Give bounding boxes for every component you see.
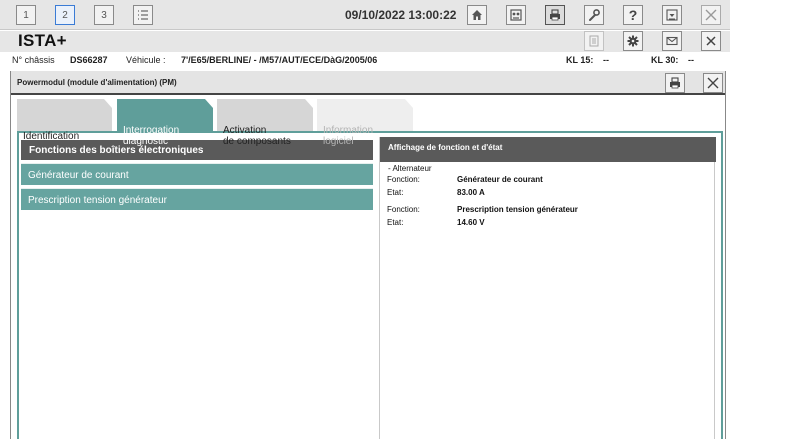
tab-shape: [17, 99, 112, 132]
tools-button[interactable]: [584, 5, 604, 25]
row-value: 83.00 A: [457, 188, 485, 197]
close-session-button[interactable]: [701, 31, 721, 51]
help-button[interactable]: ?: [623, 5, 643, 25]
minimize-icon: [666, 9, 678, 21]
vehicle-info-icon: [510, 9, 522, 21]
status-panel: Affichage de fonction et d'état - Altern…: [379, 137, 716, 439]
row-label: Etat:: [387, 188, 404, 197]
group-title: - Alternateur: [388, 164, 432, 173]
vehicle-label: Véhicule :: [126, 55, 166, 65]
vehicle-value: 7'/E65/BERLINE/ - /M57/AUT/ECE/DàG/2005/…: [181, 55, 378, 65]
module-window: Powermodul (module d'alimentation) (PM) …: [10, 71, 726, 439]
tab-identification-label: Identification: [23, 131, 80, 142]
status-panel-header: Affichage de fonction et d'état: [380, 137, 716, 162]
chassis-value: DS66287: [70, 55, 108, 65]
tab-identification[interactable]: Identification: [17, 99, 112, 142]
document-icon: [589, 35, 599, 47]
close-icon: [705, 9, 717, 21]
tab-activation-composants[interactable]: Activation de composants: [217, 99, 313, 147]
row-label: Fonction:: [387, 175, 420, 184]
close-app-button[interactable]: [701, 5, 721, 25]
tab-button-1[interactable]: 1: [16, 5, 36, 25]
top-toolbar: 1 2 3 09/10/2022 13:00:22 ?: [0, 0, 730, 30]
list-button[interactable]: [133, 5, 153, 25]
printer-icon: [550, 9, 560, 21]
app-title: ISTA+: [18, 31, 67, 50]
datetime-display: 09/10/2022 13:00:22: [345, 8, 457, 22]
tab-button-2-label: 2: [62, 9, 68, 21]
row-value: Générateur de courant: [457, 175, 543, 184]
functions-list-header: Fonctions des boîtiers électroniques: [21, 140, 373, 160]
vehicle-info-bar: N° châssis DS66287 Véhicule : 7'/E65/BER…: [0, 53, 730, 69]
document-button[interactable]: [584, 31, 604, 51]
kl30-label: KL 30:: [651, 55, 679, 65]
minimize-button[interactable]: [662, 5, 682, 25]
wrench-icon: [589, 9, 600, 21]
tab-interrogation-diagnostic[interactable]: Interrogation diagnostic: [117, 99, 213, 147]
function-item-prescription-tension[interactable]: Prescription tension générateur: [21, 188, 373, 210]
module-title: Powermodul (module d'alimentation) (PM): [17, 78, 177, 87]
ista-window: 1 2 3 09/10/2022 13:00:22 ? ISTA+ N° châ…: [0, 0, 792, 439]
mail-button[interactable]: [662, 31, 682, 51]
row-label: Fonction:: [387, 205, 420, 214]
kl30-value: --: [688, 55, 694, 65]
row-value: 14.60 V: [457, 218, 485, 227]
row-value: Prescription tension générateur: [457, 205, 578, 214]
chassis-label: N° châssis: [12, 55, 55, 65]
function-item-generateur-courant[interactable]: Générateur de courant: [21, 163, 373, 185]
tab-button-3-label: 3: [101, 9, 107, 21]
title-bar: ISTA+: [0, 31, 730, 52]
tab-information-logiciel: Information logiciel: [317, 99, 413, 147]
gear-icon: [627, 35, 639, 47]
home-icon: [472, 10, 482, 20]
home-button[interactable]: [467, 5, 487, 25]
module-print-button[interactable]: [665, 73, 685, 93]
row-label: Etat:: [387, 218, 404, 227]
mail-icon: [666, 36, 678, 46]
vehicle-info-button[interactable]: [506, 5, 526, 25]
kl15-label: KL 15:: [566, 55, 594, 65]
help-icon: ?: [628, 7, 638, 23]
module-header: Powermodul (module d'alimentation) (PM): [11, 71, 725, 95]
print-button[interactable]: [545, 5, 565, 25]
close-icon: [707, 77, 719, 89]
close-icon: [706, 36, 716, 46]
kl15-value: --: [603, 55, 609, 65]
tab-button-1-label: 1: [23, 9, 29, 21]
module-close-button[interactable]: [703, 73, 723, 93]
tab-button-3[interactable]: 3: [94, 5, 114, 25]
list-icon: [138, 10, 148, 20]
settings-button[interactable]: [623, 31, 643, 51]
printer-icon: [670, 77, 680, 89]
tab-button-2[interactable]: 2: [55, 5, 75, 25]
